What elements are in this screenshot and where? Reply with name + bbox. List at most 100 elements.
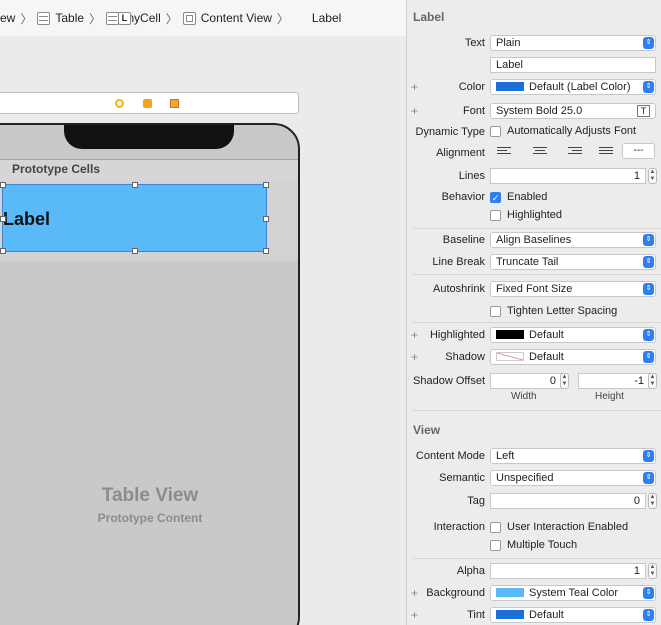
resize-handle[interactable] [0, 248, 6, 254]
view-controller-icon[interactable] [115, 99, 124, 108]
popup-arrows-icon: ⇕ [643, 587, 654, 599]
exit-icon[interactable] [170, 99, 179, 108]
add-variation-icon[interactable]: + [411, 328, 418, 342]
width-caption: Width [511, 391, 537, 402]
chevron-right-icon: 〉 [89, 11, 102, 26]
add-variation-icon[interactable]: + [411, 104, 418, 118]
tint-swatch [496, 610, 524, 619]
user-interaction-label: User Interaction Enabled [507, 521, 629, 533]
alpha-field[interactable]: 1 [490, 563, 646, 579]
divider [413, 558, 661, 559]
text-type-value: Plain [496, 37, 521, 49]
shadow-height-field[interactable]: -1 [578, 373, 650, 389]
tint-value: Default [529, 609, 564, 621]
breadcrumb-item-content-view[interactable]: Content View [182, 11, 272, 25]
multiple-touch-checkbox[interactable]: Multiple Touch [490, 539, 577, 551]
font-value: System Bold 25.0 [496, 105, 583, 117]
shadow-color-popup[interactable]: Default ⇕ [490, 349, 656, 365]
tag-stepper[interactable]: ▲ ▼ [648, 493, 657, 509]
lines-label: Lines [458, 170, 485, 182]
checkbox-icon [490, 521, 501, 533]
align-left-button[interactable] [490, 143, 523, 159]
table-view-subtitle: Prototype Content [97, 511, 203, 525]
table-cell[interactable]: Label [0, 181, 298, 261]
shadow-width-stepper[interactable]: ▲ ▼ [560, 373, 569, 389]
chevron-right-icon: 〉 [20, 11, 33, 26]
breadcrumb-label: ew [0, 11, 16, 25]
dynamic-type-checkbox[interactable]: Automatically Adjusts Font [490, 125, 636, 137]
background-color-popup[interactable]: System Teal Color ⇕ [490, 585, 656, 601]
multiple-touch-label: Multiple Touch [507, 539, 578, 551]
font-field[interactable]: System Bold 25.0 T [490, 103, 656, 119]
checkmark-icon: ✓ [490, 191, 501, 203]
breadcrumb-item-view[interactable]: ew [0, 11, 15, 25]
user-interaction-checkbox[interactable]: User Interaction Enabled [490, 521, 628, 533]
alpha-label: Alpha [456, 565, 485, 577]
resize-handle[interactable] [132, 248, 138, 254]
breadcrumb: ew 〉 Table 〉 myCell 〉 Content View 〉 L La… [0, 0, 406, 36]
resize-handle[interactable] [0, 182, 6, 188]
tint-label: Tint [467, 609, 485, 621]
chevron-right-icon: 〉 [276, 11, 289, 26]
breadcrumb-item-label[interactable]: L Label [117, 11, 341, 25]
selected-label[interactable]: Label [0, 182, 269, 254]
autoshrink-popup[interactable]: Fixed Font Size ⇕ [490, 281, 656, 297]
checkbox-icon [490, 539, 501, 551]
baseline-popup[interactable]: Align Baselines ⇕ [490, 232, 656, 248]
chevron-right-icon: 〉 [165, 11, 178, 26]
storyboard-canvas[interactable]: Prototype Cells Label Table View Prototy… [0, 36, 406, 625]
enabled-label: Enabled [507, 191, 548, 203]
popup-arrows-icon: ⇕ [643, 37, 654, 49]
device-frame: Prototype Cells Label Table View Prototy… [0, 123, 300, 625]
alpha-stepper[interactable]: ▲ ▼ [648, 563, 657, 579]
resize-handle[interactable] [132, 182, 138, 188]
semantic-popup[interactable]: Unspecified ⇕ [490, 470, 656, 486]
text-content-field[interactable]: Label [490, 57, 656, 73]
popup-arrows-icon: ⇕ [643, 450, 654, 462]
highlighted-checkbox[interactable]: Highlighted [490, 209, 562, 221]
tag-field[interactable]: 0 [490, 493, 646, 509]
enabled-checkbox[interactable]: ✓ Enabled [490, 191, 547, 203]
align-center-button[interactable] [523, 143, 556, 159]
line-break-value: Truncate Tail [496, 256, 559, 268]
highlighted-swatch [496, 330, 524, 339]
content-mode-popup[interactable]: Left ⇕ [490, 448, 656, 464]
color-label: Color [458, 81, 485, 93]
breadcrumb-item-table[interactable]: Table [37, 11, 84, 25]
divider [413, 274, 661, 275]
highlighted-color-popup[interactable]: Default ⇕ [490, 327, 656, 343]
tighten-letter-spacing-checkbox[interactable]: Tighten Letter Spacing [490, 305, 617, 317]
tighten-label: Tighten Letter Spacing [507, 305, 618, 317]
add-variation-icon[interactable]: + [411, 80, 418, 94]
align-natural-button[interactable]: --- [622, 143, 655, 159]
shadow-height-stepper[interactable]: ▲ ▼ [648, 373, 657, 389]
line-break-popup[interactable]: Truncate Tail ⇕ [490, 254, 656, 270]
text-type-popup[interactable]: Plain ⇕ [490, 35, 656, 51]
first-responder-icon[interactable] [143, 99, 152, 108]
breadcrumb-item-mycell[interactable]: myCell [106, 11, 161, 25]
add-variation-icon[interactable]: + [411, 608, 418, 622]
align-justified-button[interactable] [589, 143, 622, 159]
popup-arrows-icon: ⇕ [643, 329, 654, 341]
resize-handle[interactable] [263, 182, 269, 188]
content-mode-value: Left [496, 450, 515, 462]
font-label: Font [462, 105, 485, 117]
shadow-offset-label: Shadow Offset [413, 375, 485, 387]
tint-color-popup[interactable]: Default ⇕ [490, 607, 656, 623]
lines-field[interactable]: 1 [490, 168, 646, 184]
popup-arrows-icon: ⇕ [643, 283, 654, 295]
align-right-button[interactable] [556, 143, 589, 159]
scene-dock[interactable] [0, 92, 299, 114]
color-popup[interactable]: Default (Label Color) ⇕ [490, 79, 656, 95]
divider [413, 228, 661, 229]
add-variation-icon[interactable]: + [411, 350, 418, 364]
resize-handle[interactable] [0, 216, 6, 222]
shadow-width-field[interactable]: 0 [490, 373, 562, 389]
font-picker-icon[interactable]: T [637, 105, 650, 117]
add-variation-icon[interactable]: + [411, 586, 418, 600]
resize-handle[interactable] [263, 248, 269, 254]
breadcrumb-label: Table [55, 11, 85, 25]
content-mode-label: Content Mode [415, 450, 485, 462]
resize-handle[interactable] [263, 216, 269, 222]
lines-stepper[interactable]: ▲ ▼ [648, 168, 657, 184]
